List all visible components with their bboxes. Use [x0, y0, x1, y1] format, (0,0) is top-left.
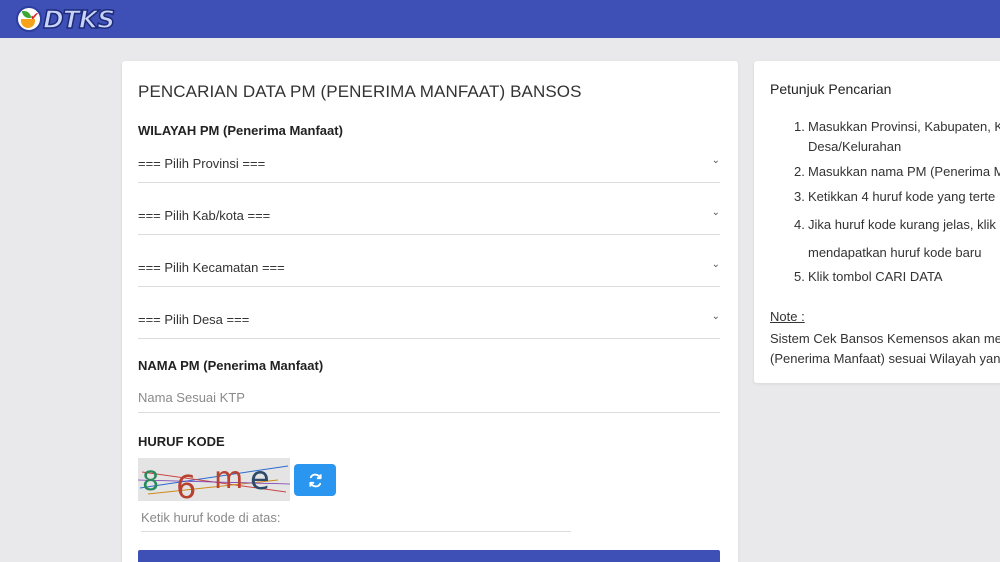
note-text-line-2: (Penerima Manfaat) sesuai Wilayah yang: [770, 351, 1000, 366]
logo-text: DTKS: [42, 4, 116, 34]
step-4-number: 4.: [794, 217, 805, 232]
kabkota-select[interactable]: === Pilih Kab/kota === ⌄: [138, 198, 720, 235]
provinsi-select[interactable]: === Pilih Provinsi === ⌄: [138, 146, 720, 183]
logo-emblem-icon: ✔: [16, 6, 42, 32]
captcha-char-3: m: [214, 461, 243, 496]
cari-data-button[interactable]: [138, 550, 720, 562]
note-label: Note :: [770, 309, 805, 324]
provinsi-select-value: === Pilih Provinsi ===: [138, 156, 266, 171]
kecamatan-select[interactable]: === Pilih Kecamatan === ⌄: [138, 250, 720, 287]
chevron-down-icon: ⌄: [711, 207, 720, 218]
nama-pm-label: NAMA PM (Penerima Manfaat): [138, 358, 324, 373]
chevron-down-icon: ⌄: [711, 259, 720, 270]
wilayah-label: WILAYAH PM (Penerima Manfaat): [138, 123, 343, 138]
captcha-image: 8 6 m e: [138, 458, 290, 501]
page-title: PENCARIAN DATA PM (PENERIMA MANFAAT) BAN…: [138, 82, 582, 101]
refresh-captcha-button[interactable]: [294, 464, 336, 496]
desa-select-value: === Pilih Desa ===: [138, 312, 250, 327]
step-4-text-cont: mendapatkan huruf kode baru: [808, 245, 982, 260]
note-text-line-1: Sistem Cek Bansos Kemensos akan mer: [770, 331, 1000, 346]
huruf-kode-label: HURUF KODE: [138, 434, 225, 449]
step-3-number: 3.: [794, 189, 805, 204]
chevron-down-icon: ⌄: [711, 311, 720, 322]
dtks-logo[interactable]: ✔ DTKS: [16, 4, 116, 34]
refresh-icon: [308, 473, 322, 487]
step-1-text: Masukkan Provinsi, Kabupaten, K: [808, 119, 1000, 134]
kabkota-select-value: === Pilih Kab/kota ===: [138, 208, 271, 223]
search-form-card: PENCARIAN DATA PM (PENERIMA MANFAAT) BAN…: [122, 61, 738, 562]
kecamatan-select-value: === Pilih Kecamatan ===: [138, 260, 285, 275]
top-navbar: ✔ DTKS: [0, 0, 1000, 38]
nama-pm-input[interactable]: [138, 383, 720, 413]
step-1-text-cont: Desa/Kelurahan: [808, 139, 902, 154]
captcha-char-4: e: [250, 459, 270, 497]
captcha-char-1: 8: [142, 466, 159, 497]
step-5-text: Klik tombol CARI DATA: [808, 269, 943, 284]
step-1-number: 1.: [794, 119, 805, 134]
captcha-char-2: 6: [176, 468, 196, 501]
step-3-text: Ketikkan 4 huruf kode yang terte: [808, 189, 996, 204]
step-4-text: Jika huruf kode kurang jelas, klik: [808, 217, 996, 232]
captcha-input[interactable]: [141, 504, 571, 532]
step-5-number: 5.: [794, 269, 805, 284]
instructions-card: Petunjuk Pencarian 1. Masukkan Provinsi,…: [754, 61, 1000, 383]
desa-select[interactable]: === Pilih Desa === ⌄: [138, 302, 720, 339]
instructions-title: Petunjuk Pencarian: [770, 81, 892, 97]
step-2-number: 2.: [794, 164, 805, 179]
step-2-text: Masukkan nama PM (Penerima M: [808, 164, 1000, 179]
chevron-down-icon: ⌄: [711, 155, 720, 166]
